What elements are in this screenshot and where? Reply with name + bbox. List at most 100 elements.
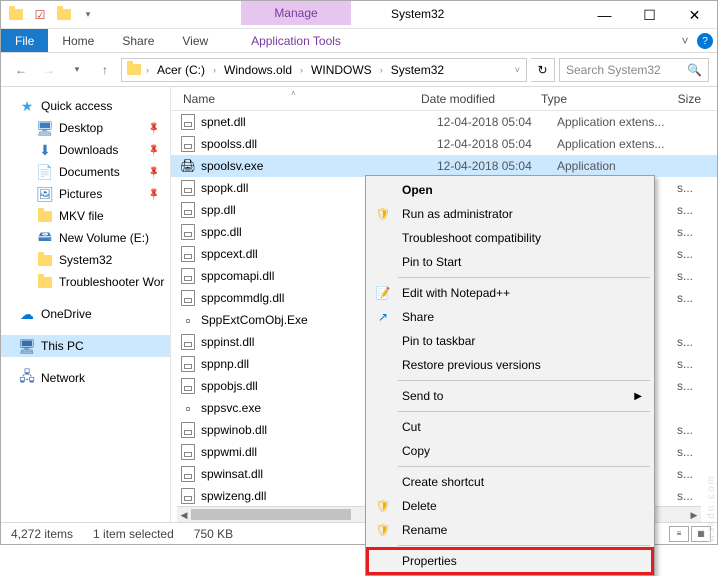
file-size: s... (677, 357, 709, 371)
help-icon[interactable]: ? (697, 33, 713, 49)
column-size[interactable]: Size (661, 92, 701, 106)
chevron-right-icon[interactable]: › (211, 65, 218, 75)
properties-qat-icon[interactable]: ☑ (29, 4, 51, 26)
scroll-left-icon[interactable]: ◀ (177, 507, 191, 523)
drive-icon: 🖴 (37, 230, 53, 246)
status-selection: 1 item selected (93, 527, 174, 541)
details-view-button[interactable]: ≡ (669, 526, 689, 542)
contextual-tab-manage[interactable]: Manage (241, 1, 351, 25)
dll-icon (179, 179, 197, 197)
file-size: s... (677, 247, 709, 261)
quick-access[interactable]: ★ Quick access (1, 95, 170, 117)
menu-rename[interactable]: 🛡 Rename (368, 518, 652, 542)
sidebar-item[interactable]: ⬇Downloads📌 (1, 139, 170, 161)
search-input[interactable]: Search System32 🔍 (559, 58, 709, 82)
folder-icon (37, 252, 53, 268)
menu-cut[interactable]: Cut (368, 415, 652, 439)
menu-troubleshoot[interactable]: Troubleshoot compatibility (368, 226, 652, 250)
menu-create-shortcut[interactable]: Create shortcut (368, 470, 652, 494)
address-bar: ← → ▾ ↑ › Acer (C:) › Windows.old › WIND… (1, 53, 717, 87)
menu-pin-start[interactable]: Pin to Start (368, 250, 652, 274)
file-name: spoolss.dll (201, 137, 437, 151)
documents-icon: 📄 (37, 164, 53, 180)
new-folder-qat-icon[interactable] (53, 4, 75, 26)
recent-locations-button[interactable]: ▾ (65, 58, 89, 82)
view-tab[interactable]: View (168, 29, 222, 52)
file-name: spnet.dll (201, 115, 437, 129)
window-title: System32 (391, 7, 444, 21)
back-button[interactable]: ← (9, 58, 33, 82)
chevron-right-icon[interactable]: › (378, 65, 385, 75)
scroll-right-icon[interactable]: ▶ (687, 507, 701, 523)
sidebar-item[interactable]: 🖼Pictures📌 (1, 183, 170, 205)
file-size: s... (677, 423, 709, 437)
file-name: spoolsv.exe (201, 159, 437, 173)
file-row[interactable]: 🖨spoolsv.exe12-04-2018 05:04Application (171, 155, 717, 177)
share-tab[interactable]: Share (108, 29, 168, 52)
dll-icon (179, 135, 197, 153)
onedrive-label: OneDrive (41, 307, 92, 321)
crumb-windows-old[interactable]: Windows.old (220, 63, 296, 77)
sidebar-item[interactable]: Troubleshooter Wor (1, 271, 170, 293)
crumb-system32[interactable]: System32 (387, 63, 448, 77)
dll-icon (179, 421, 197, 439)
refresh-button[interactable]: ↻ (531, 58, 555, 82)
sidebar-item-label: Troubleshooter Wor (59, 275, 164, 289)
application-tools-tab[interactable]: Application Tools (241, 29, 351, 53)
pin-icon: 📌 (147, 142, 163, 158)
onedrive[interactable]: ☁ OneDrive (1, 303, 170, 325)
forward-button[interactable]: → (37, 58, 61, 82)
menu-separator (398, 380, 650, 381)
this-pc[interactable]: 🖥 This PC (1, 335, 170, 357)
menu-copy[interactable]: Copy (368, 439, 652, 463)
menu-edit-notepadpp[interactable]: 📝 Edit with Notepad++ (368, 281, 652, 305)
column-type[interactable]: Type (541, 92, 661, 106)
file-row[interactable]: spoolss.dll12-04-2018 05:04Application e… (171, 133, 717, 155)
home-tab[interactable]: Home (48, 29, 108, 52)
menu-pin-taskbar[interactable]: Pin to taskbar (368, 329, 652, 353)
column-date[interactable]: Date modified (421, 92, 541, 106)
application-icon: ▫ (179, 399, 197, 417)
search-placeholder: Search System32 (566, 63, 661, 77)
column-name[interactable]: Name (171, 92, 421, 106)
window-controls: — ☐ ✕ (582, 1, 717, 29)
chevron-right-icon[interactable]: › (144, 65, 151, 75)
menu-run-admin[interactable]: 🛡 Run as administrator (368, 202, 652, 226)
sidebar-item[interactable]: 🖴New Volume (E:) (1, 227, 170, 249)
menu-restore[interactable]: Restore previous versions (368, 353, 652, 377)
network[interactable]: 🖧 Network (1, 367, 170, 389)
menu-properties[interactable]: Properties (368, 549, 652, 573)
sidebar-item[interactable]: System32 (1, 249, 170, 271)
sidebar-item-label: Downloads (59, 143, 118, 157)
sidebar-item[interactable]: MKV file (1, 205, 170, 227)
close-button[interactable]: ✕ (672, 1, 717, 29)
dll-icon (179, 443, 197, 461)
ribbon-collapse-icon[interactable]: ˅ (677, 33, 693, 49)
file-row[interactable]: spnet.dll12-04-2018 05:04Application ext… (171, 111, 717, 133)
chevron-right-icon[interactable]: › (298, 65, 305, 75)
sidebar-item[interactable]: 📄Documents📌 (1, 161, 170, 183)
menu-send-to[interactable]: Send to ▶ (368, 384, 652, 408)
sidebar-item[interactable]: 🖥Desktop📌 (1, 117, 170, 139)
sidebar-item-label: System32 (59, 253, 112, 267)
menu-share[interactable]: ↗ Share (368, 305, 652, 329)
up-button[interactable]: ↑ (93, 58, 117, 82)
folder-icon[interactable] (5, 4, 27, 26)
context-menu: Open 🛡 Run as administrator Troubleshoot… (365, 175, 655, 576)
search-icon[interactable]: 🔍 (687, 63, 702, 77)
status-size: 750 KB (194, 527, 233, 541)
qat-customize-icon[interactable]: ▾ (77, 4, 99, 26)
crumb-drive[interactable]: Acer (C:) (153, 63, 209, 77)
minimize-button[interactable]: — (582, 1, 627, 29)
dll-icon (179, 487, 197, 505)
sidebar-item-label: Documents (59, 165, 120, 179)
chevron-down-icon[interactable]: ˅ (513, 65, 522, 75)
file-tab[interactable]: File (1, 29, 48, 52)
menu-delete[interactable]: 🛡 Delete (368, 494, 652, 518)
breadcrumb[interactable]: › Acer (C:) › Windows.old › WINDOWS › Sy… (121, 58, 527, 82)
maximize-button[interactable]: ☐ (627, 1, 672, 29)
scrollbar-thumb[interactable] (191, 509, 351, 520)
menu-separator (398, 545, 650, 546)
crumb-windows[interactable]: WINDOWS (307, 63, 376, 77)
menu-open[interactable]: Open (368, 178, 652, 202)
